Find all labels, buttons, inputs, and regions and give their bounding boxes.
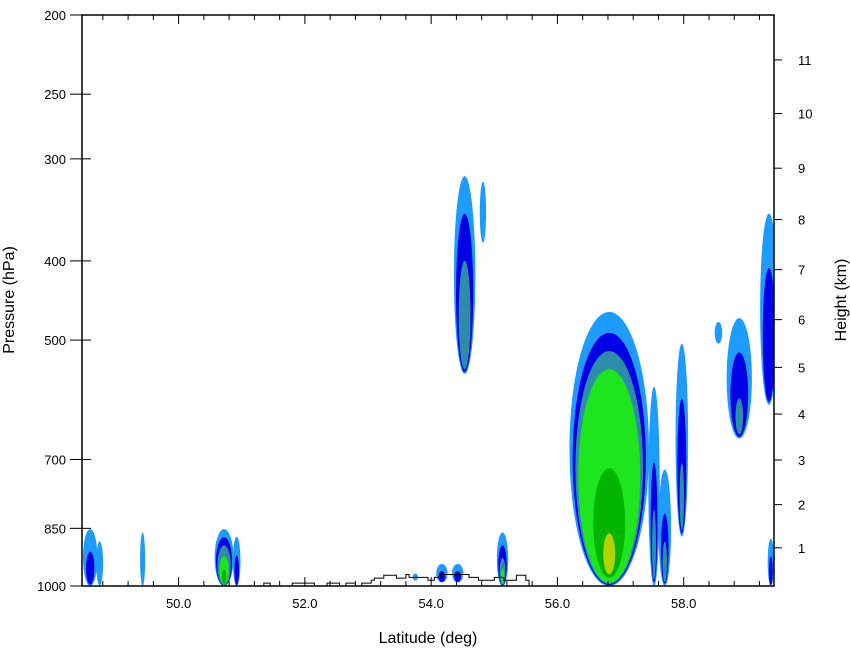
cell-9-level-3 bbox=[458, 260, 471, 370]
x-tick-label-3: 56.0 bbox=[545, 596, 570, 611]
y-tick-label-3: 400 bbox=[44, 254, 66, 269]
convective-cell-18 bbox=[760, 213, 774, 405]
y-tick-label-4: 500 bbox=[44, 333, 66, 348]
cell-3-level-1 bbox=[140, 532, 146, 586]
pressure-latitude-contour-chart: 50.0 52.0 54.0 56.0 58.020025030040050070085… bbox=[1, 8, 850, 647]
convective-cell-5 bbox=[232, 536, 241, 586]
y2-tick-label-2: 3 bbox=[798, 453, 805, 468]
y-tick-label-1: 250 bbox=[44, 87, 66, 102]
y2-tick-label-3: 4 bbox=[798, 407, 805, 422]
cell-10-level-1 bbox=[479, 181, 487, 243]
cell-1-level-2 bbox=[86, 551, 95, 585]
y2-tick-label-1: 2 bbox=[798, 498, 805, 513]
convective-cell-4 bbox=[214, 529, 234, 586]
y2-tick-label-4: 5 bbox=[798, 360, 805, 375]
convective-cell-19 bbox=[767, 538, 774, 586]
y2-tick-label-5: 6 bbox=[798, 313, 805, 328]
convective-cell-3 bbox=[140, 532, 146, 586]
cell-17-level-3 bbox=[735, 398, 744, 435]
convective-cell-11 bbox=[496, 532, 509, 586]
y-tick-label-5: 700 bbox=[44, 452, 66, 467]
convective-cell-16 bbox=[714, 321, 723, 344]
y2-tick-label-9: 10 bbox=[798, 106, 812, 121]
y2-tick-label-6: 7 bbox=[798, 263, 805, 278]
convective-cell-15 bbox=[675, 343, 689, 537]
y-tick-label-2: 300 bbox=[44, 152, 66, 167]
y2-axis-title: Height (km) bbox=[833, 259, 850, 342]
x-tick-label-4: 58.0 bbox=[671, 596, 696, 611]
convective-cell-14 bbox=[658, 469, 672, 586]
convective-cell-7 bbox=[436, 564, 448, 583]
y2-tick-label-8: 9 bbox=[798, 161, 805, 176]
cell-2-level-1 bbox=[96, 541, 104, 586]
x-tick-label-2: 54.0 bbox=[419, 596, 444, 611]
cell-14-level-3 bbox=[662, 541, 667, 583]
y2-tick-label-0: 1 bbox=[798, 541, 805, 556]
convective-cell-17 bbox=[726, 318, 752, 439]
cell-8-level-2 bbox=[454, 571, 462, 583]
convective-cell-13 bbox=[648, 386, 660, 586]
cell-19-level-2 bbox=[768, 556, 773, 586]
convective-cell-1 bbox=[83, 529, 98, 586]
cell-15-level-3 bbox=[679, 462, 685, 531]
cell-4-level-5 bbox=[221, 569, 227, 584]
convective-cell-8 bbox=[452, 564, 464, 583]
convective-cell-12 bbox=[569, 312, 649, 586]
y-tick-label-0: 200 bbox=[44, 8, 66, 23]
x-axis-title: Latitude (deg) bbox=[379, 630, 478, 647]
convective-cell-2 bbox=[96, 541, 104, 586]
convective-cell-10 bbox=[479, 181, 487, 243]
x-tick-label-0: 50.0 bbox=[166, 596, 191, 611]
convective-cell-9 bbox=[453, 176, 476, 374]
cell-5-level-2 bbox=[234, 555, 239, 586]
y2-tick-label-7: 8 bbox=[798, 213, 805, 228]
cell-12-level-6 bbox=[603, 533, 616, 575]
cell-7-level-2 bbox=[438, 571, 446, 583]
y2-tick-label-10: 11 bbox=[798, 53, 812, 68]
y-tick-label-7: 1000 bbox=[37, 579, 66, 594]
y-axis-title: Pressure (hPa) bbox=[1, 246, 18, 354]
cell-11-level-4 bbox=[500, 568, 505, 585]
cell-13-level-3 bbox=[652, 509, 657, 580]
y-tick-label-6: 850 bbox=[44, 521, 66, 536]
cell-16-level-1 bbox=[714, 321, 723, 344]
x-tick-label-1: 52.0 bbox=[292, 596, 317, 611]
